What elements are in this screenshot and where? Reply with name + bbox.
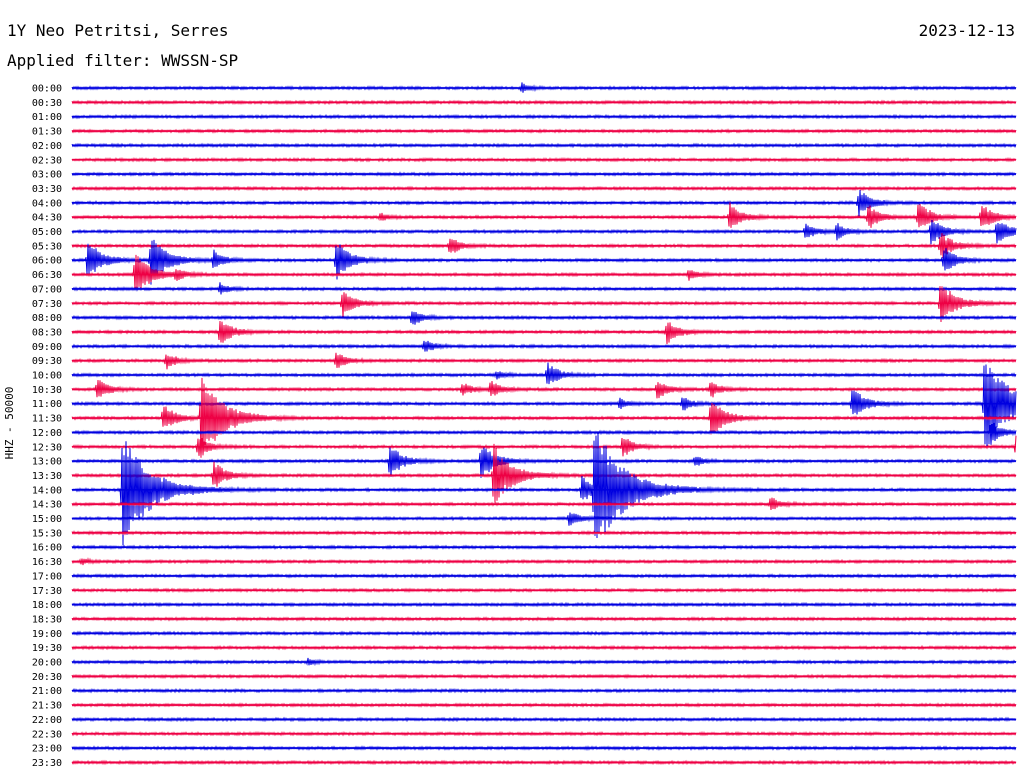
row-time-label: 11:30 [32,414,62,425]
row-time-label: 12:30 [32,442,62,453]
row-time-label: 14:00 [32,485,62,496]
row-time-label: 19:00 [32,629,62,640]
row-time-label: 13:00 [32,457,62,468]
trace-row-0430 [71,202,1017,228]
row-time-label: 21:30 [32,701,62,712]
row-time-label: 12:00 [32,428,62,439]
row-time-label: 01:00 [32,112,62,123]
row-time-label: 10:00 [32,371,62,382]
row-time-label: 08:30 [32,327,62,338]
row-time-label: 15:30 [32,528,62,539]
row-time-label: 04:30 [32,213,62,224]
row-time-label: 10:30 [32,385,62,396]
row-time-label: 11:00 [32,399,62,410]
row-time-label: 23:30 [32,758,62,769]
row-time-label: 19:30 [32,643,62,654]
row-time-label: 14:30 [32,500,62,511]
row-time-label: 07:00 [32,284,62,295]
row-time-label: 21:00 [32,686,62,697]
row-time-label: 05:00 [32,227,62,238]
helicorder-plot: 00:00 00:30 01:00 01:30 02:00 02:30 03:00 03:30… [32,82,1017,769]
row-time-label: 00:30 [32,98,62,109]
row-time-label: 17:30 [32,586,62,597]
row-time-label: 02:00 [32,141,62,152]
row-time-label: 06:00 [32,256,62,267]
row-time-label: 03:00 [32,170,62,181]
row-time-label: 02:30 [32,155,62,166]
row-time-label: 00:00 [32,84,62,95]
row-time-label: 09:00 [32,342,62,353]
row-time-label: 09:30 [32,356,62,367]
row-time-label: 17:00 [32,571,62,582]
row-time-label: 18:30 [32,614,62,625]
row-time-label: 20:30 [32,672,62,683]
row-time-label: 16:00 [32,543,62,554]
row-time-label: 18:00 [32,600,62,611]
row-time-label: 13:30 [32,471,62,482]
row-time-label: 16:30 [32,557,62,568]
trace-row-1330 [71,443,1017,503]
row-time-label: 22:00 [32,715,62,726]
row-time-label: 20:00 [32,658,62,669]
row-time-label: 08:00 [32,313,62,324]
row-time-label: 06:30 [32,270,62,281]
row-time-label: 03:30 [32,184,62,195]
row-time-label: 07:30 [32,299,62,310]
row-time-label: 05:30 [32,241,62,252]
row-time-label: 01:30 [32,127,62,138]
row-time-label: 04:00 [32,198,62,209]
row-time-label: 15:00 [32,514,62,525]
row-time-label: 23:00 [32,744,62,755]
row-time-label: 22:30 [32,729,62,740]
trace-row-1000 [71,362,1017,385]
